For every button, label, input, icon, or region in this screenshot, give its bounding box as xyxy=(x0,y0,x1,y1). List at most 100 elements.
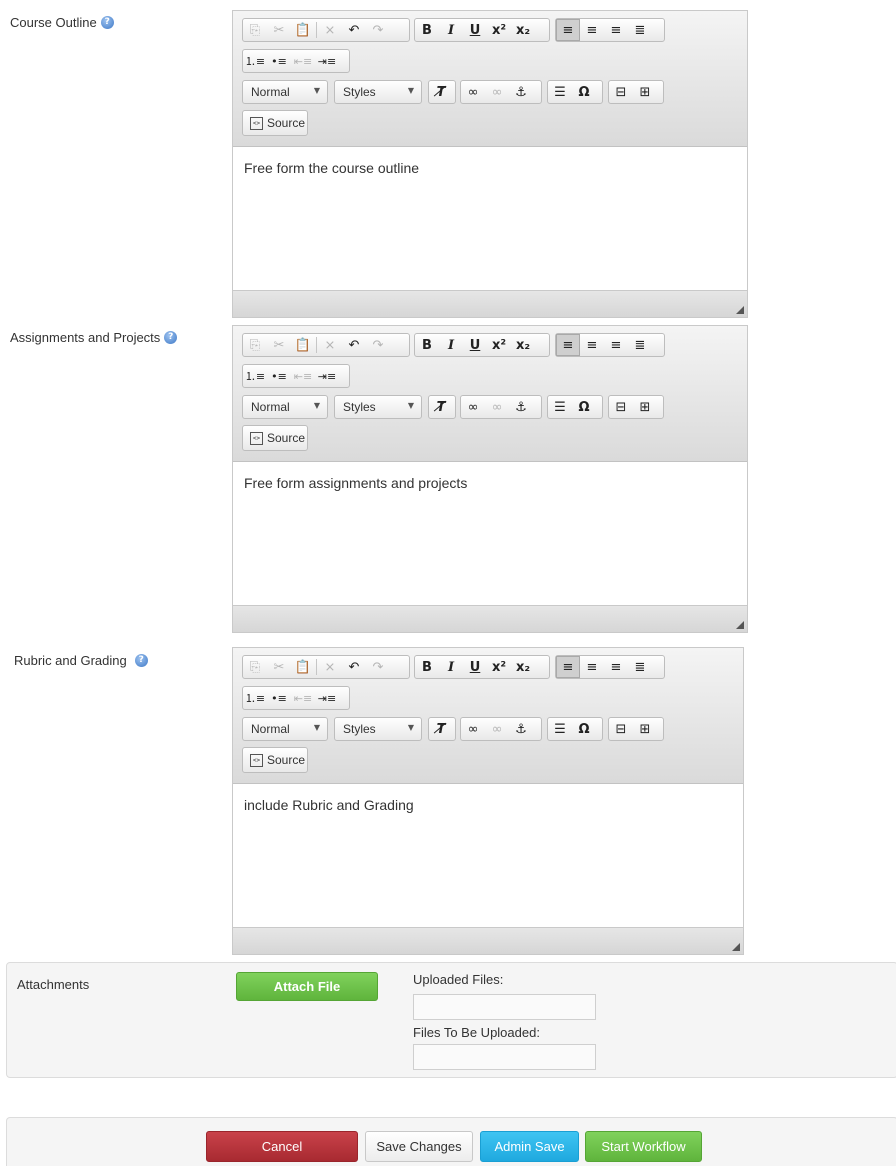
iframe-icon[interactable]: ⊟ xyxy=(609,396,633,418)
underline-icon[interactable]: U xyxy=(463,656,487,678)
bold-icon[interactable]: B xyxy=(415,19,439,41)
copy-icon[interactable]: ⎘ xyxy=(243,656,267,678)
resize-handle-icon[interactable] xyxy=(736,621,744,629)
styles-dropdown[interactable]: Styles ▼ xyxy=(334,80,422,104)
italic-icon[interactable]: I xyxy=(439,334,463,356)
bulleted-list-icon[interactable]: •≡ xyxy=(267,365,291,387)
editor-content[interactable]: Free form assignments and projects xyxy=(233,462,747,605)
numbered-list-icon[interactable]: ⒈≡ xyxy=(243,50,267,72)
attach-file-button[interactable]: Attach File xyxy=(236,972,378,1001)
admin-save-button[interactable]: Admin Save xyxy=(480,1131,579,1162)
remove-format-x-icon[interactable]: ⨯ xyxy=(318,656,342,678)
outdent-icon[interactable]: ⇤≡ xyxy=(291,365,315,387)
align-center-icon[interactable]: ≡ xyxy=(580,19,604,41)
bold-icon[interactable]: B xyxy=(415,656,439,678)
unlink-icon[interactable]: ∞ xyxy=(485,718,509,740)
format-dropdown[interactable]: Normal ▼ xyxy=(242,80,328,104)
editor-content[interactable]: Free form the course outline xyxy=(233,147,747,290)
bulleted-list-icon[interactable]: •≡ xyxy=(267,50,291,72)
italic-icon[interactable]: I xyxy=(439,19,463,41)
align-right-icon[interactable]: ≡ xyxy=(604,334,628,356)
undo-icon[interactable]: ↶ xyxy=(342,19,366,41)
source-button[interactable]: <> Source xyxy=(242,747,308,773)
outdent-icon[interactable]: ⇤≡ xyxy=(291,50,315,72)
cut-icon[interactable]: ✂ xyxy=(267,334,291,356)
anchor-icon[interactable]: ⚓ xyxy=(509,718,533,740)
start-workflow-button[interactable]: Start Workflow xyxy=(585,1131,702,1162)
cut-icon[interactable]: ✂ xyxy=(267,656,291,678)
resize-handle-icon[interactable] xyxy=(732,943,740,951)
indent-icon[interactable]: ⇥≡ xyxy=(315,365,339,387)
horizontal-rule-icon[interactable]: ☰ xyxy=(548,396,572,418)
redo-icon[interactable]: ↷ xyxy=(366,19,390,41)
undo-icon[interactable]: ↶ xyxy=(342,656,366,678)
format-dropdown[interactable]: Normal ▼ xyxy=(242,395,328,419)
indent-icon[interactable]: ⇥≡ xyxy=(315,50,339,72)
styles-dropdown[interactable]: Styles ▼ xyxy=(334,395,422,419)
numbered-list-icon[interactable]: ⒈≡ xyxy=(243,365,267,387)
paste-icon[interactable]: 📋 xyxy=(291,19,315,41)
remove-format-icon[interactable]: T̸ xyxy=(429,396,453,418)
iframe-icon[interactable]: ⊟ xyxy=(609,81,633,103)
remove-format-icon[interactable]: T̸ xyxy=(429,718,453,740)
anchor-icon[interactable]: ⚓ xyxy=(509,81,533,103)
align-center-icon[interactable]: ≡ xyxy=(580,656,604,678)
table-icon[interactable]: ⊞ xyxy=(633,718,657,740)
horizontal-rule-icon[interactable]: ☰ xyxy=(548,81,572,103)
outdent-icon[interactable]: ⇤≡ xyxy=(291,687,315,709)
table-icon[interactable]: ⊞ xyxy=(633,81,657,103)
underline-icon[interactable]: U xyxy=(463,19,487,41)
indent-icon[interactable]: ⇥≡ xyxy=(315,687,339,709)
styles-dropdown[interactable]: Styles ▼ xyxy=(334,717,422,741)
bulleted-list-icon[interactable]: •≡ xyxy=(267,687,291,709)
source-button[interactable]: <> Source xyxy=(242,110,308,136)
superscript-icon[interactable]: x² xyxy=(487,19,511,41)
link-icon[interactable]: ∞ xyxy=(461,718,485,740)
superscript-icon[interactable]: x² xyxy=(487,656,511,678)
link-icon[interactable]: ∞ xyxy=(461,81,485,103)
align-right-icon[interactable]: ≡ xyxy=(604,656,628,678)
italic-icon[interactable]: I xyxy=(439,656,463,678)
subscript-icon[interactable]: x₂ xyxy=(511,334,535,356)
special-char-icon[interactable]: Ω xyxy=(572,396,596,418)
justify-icon[interactable]: ≣ xyxy=(628,334,652,356)
source-button[interactable]: <> Source xyxy=(242,425,308,451)
paste-icon[interactable]: 📋 xyxy=(291,334,315,356)
unlink-icon[interactable]: ∞ xyxy=(485,396,509,418)
redo-icon[interactable]: ↷ xyxy=(366,656,390,678)
help-icon[interactable]: ? xyxy=(100,16,114,29)
link-icon[interactable]: ∞ xyxy=(461,396,485,418)
resize-handle-icon[interactable] xyxy=(736,306,744,314)
remove-format-x-icon[interactable]: ⨯ xyxy=(318,19,342,41)
justify-icon[interactable]: ≣ xyxy=(628,656,652,678)
cut-icon[interactable]: ✂ xyxy=(267,19,291,41)
copy-icon[interactable]: ⎘ xyxy=(243,19,267,41)
uploaded-files-list[interactable] xyxy=(413,994,596,1020)
files-to-upload-list[interactable] xyxy=(413,1044,596,1070)
horizontal-rule-icon[interactable]: ☰ xyxy=(548,718,572,740)
align-left-icon[interactable]: ≡ xyxy=(556,334,580,356)
format-dropdown[interactable]: Normal ▼ xyxy=(242,717,328,741)
copy-icon[interactable]: ⎘ xyxy=(243,334,267,356)
align-center-icon[interactable]: ≡ xyxy=(580,334,604,356)
numbered-list-icon[interactable]: ⒈≡ xyxy=(243,687,267,709)
remove-format-x-icon[interactable]: ⨯ xyxy=(318,334,342,356)
iframe-icon[interactable]: ⊟ xyxy=(609,718,633,740)
align-right-icon[interactable]: ≡ xyxy=(604,19,628,41)
remove-format-icon[interactable]: T̸ xyxy=(429,81,453,103)
redo-icon[interactable]: ↷ xyxy=(366,334,390,356)
help-icon[interactable]: ? xyxy=(134,654,148,667)
table-icon[interactable]: ⊞ xyxy=(633,396,657,418)
special-char-icon[interactable]: Ω xyxy=(572,81,596,103)
unlink-icon[interactable]: ∞ xyxy=(485,81,509,103)
underline-icon[interactable]: U xyxy=(463,334,487,356)
bold-icon[interactable]: B xyxy=(415,334,439,356)
undo-icon[interactable]: ↶ xyxy=(342,334,366,356)
justify-icon[interactable]: ≣ xyxy=(628,19,652,41)
save-changes-button[interactable]: Save Changes xyxy=(365,1131,473,1162)
align-left-icon[interactable]: ≡ xyxy=(556,19,580,41)
superscript-icon[interactable]: x² xyxy=(487,334,511,356)
special-char-icon[interactable]: Ω xyxy=(572,718,596,740)
anchor-icon[interactable]: ⚓ xyxy=(509,396,533,418)
align-left-icon[interactable]: ≡ xyxy=(556,656,580,678)
